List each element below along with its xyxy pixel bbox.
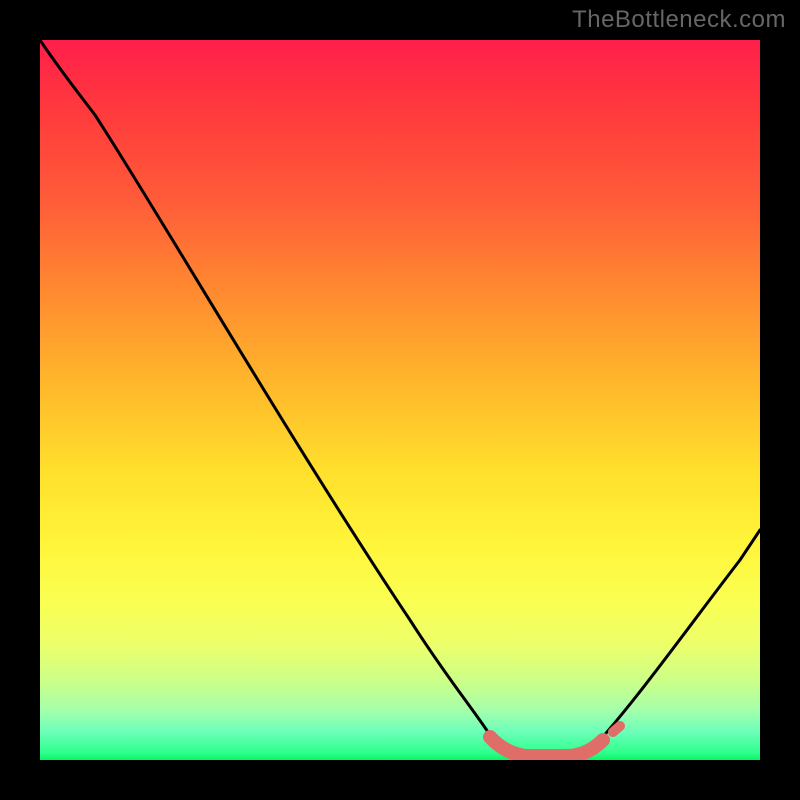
- plot-area: [40, 40, 760, 760]
- chart-frame: TheBottleneck.com: [0, 0, 800, 800]
- curve-layer: [40, 40, 760, 760]
- watermark-text: TheBottleneck.com: [572, 6, 786, 34]
- accent-tail: [613, 726, 620, 732]
- bottleneck-curve: [40, 40, 760, 755]
- accent-segment: [490, 737, 603, 756]
